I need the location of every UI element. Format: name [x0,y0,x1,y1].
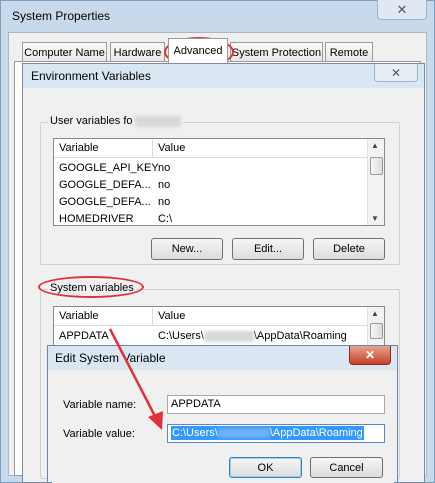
list-header: Variable Value [54,139,368,158]
scroll-up-arrow-icon[interactable]: ▲ [371,309,379,318]
annotation-ellipse-system-variables [38,276,144,298]
redacted-username [134,115,181,127]
close-icon: ✕ [364,348,376,362]
column-header-value[interactable]: Value [158,142,185,154]
tab-label: Hardware [113,46,162,59]
variable-name-field[interactable]: APPDATA [167,395,385,414]
redacted-username [217,428,270,439]
variable-value-field[interactable]: C:\Users\ \AppData\Roaming [167,424,385,443]
environment-variables-title: Environment Variables [31,69,151,83]
ok-button[interactable]: OK [229,457,302,478]
selected-text: C:\Users\ \AppData\Roaming [171,426,364,440]
variable-name: GOOGLE_DEFA... [59,196,151,208]
tab-computer-name[interactable]: Computer Name [22,42,107,62]
variable-value-label: Variable value: [63,428,135,440]
system-properties-close-button[interactable]: ✕ [377,0,427,20]
scrollbar-thumb[interactable] [370,323,383,339]
tab-label: Computer Name [24,46,105,59]
tab-advanced[interactable]: Advanced [168,38,228,63]
user-variables-label: User variables fo [48,115,183,127]
variable-value: no [158,196,171,208]
redacted-username [203,330,254,342]
cancel-button[interactable]: Cancel [310,457,383,478]
column-header-variable[interactable]: Variable [59,310,99,322]
variable-name: APPDATA [59,330,109,342]
list-item[interactable]: GOOGLE_DEFA... no [54,177,370,194]
variable-value: no [158,162,171,174]
tab-hardware[interactable]: Hardware [110,42,165,62]
list-header: Variable Value [54,307,368,326]
close-icon: ✕ [390,65,402,80]
variable-name-label: Variable name: [63,399,137,411]
scroll-up-arrow-icon[interactable]: ▲ [371,141,379,150]
variable-name: GOOGLE_API_KEY [59,162,159,174]
column-header-value[interactable]: Value [158,310,185,322]
list-item[interactable]: HOMEDRIVER C:\ [54,211,370,225]
list-item[interactable]: GOOGLE_DEFA... no [54,194,370,211]
system-variables-list[interactable]: Variable Value APPDATA C:\Users\ \AppData… [53,306,385,348]
new-button[interactable]: New... [151,238,223,260]
tab-label: Advanced [173,45,223,57]
edit-system-variable-close-button[interactable]: ✕ [349,346,391,365]
variable-value: C:\Users\ \AppData\Roaming [158,330,347,342]
system-properties-title: System Properties [12,9,111,23]
column-header-variable[interactable]: Variable [59,142,99,154]
variable-value: no [158,179,171,191]
vertical-scrollbar[interactable]: ▲ [367,307,384,347]
delete-button[interactable]: Delete [313,238,385,260]
scroll-down-arrow-icon[interactable]: ▼ [371,214,379,223]
variable-value: C:\ [158,213,173,225]
edit-system-variable-title: Edit System Variable [55,351,166,365]
tab-remote[interactable]: Remote [325,42,373,62]
tab-label: System Protection [231,46,322,59]
scrollbar-thumb[interactable] [370,157,383,175]
list-item[interactable]: APPDATA C:\Users\ \AppData\Roaming [54,328,370,345]
close-icon: ✕ [396,1,408,17]
edit-button[interactable]: Edit... [232,238,304,260]
user-variables-list[interactable]: Variable Value GOOGLE_API_KEY no GOOGLE_… [53,138,385,226]
variable-name: GOOGLE_DEFA... [59,179,151,191]
vertical-scrollbar[interactable]: ▲ ▼ [367,139,384,225]
environment-variables-close-button[interactable]: ✕ [374,64,418,82]
list-item[interactable]: GOOGLE_API_KEY no [54,160,370,177]
tab-system-protection[interactable]: System Protection [230,42,323,62]
tab-label: Remote [329,46,369,59]
variable-name: HOMEDRIVER [59,213,134,225]
